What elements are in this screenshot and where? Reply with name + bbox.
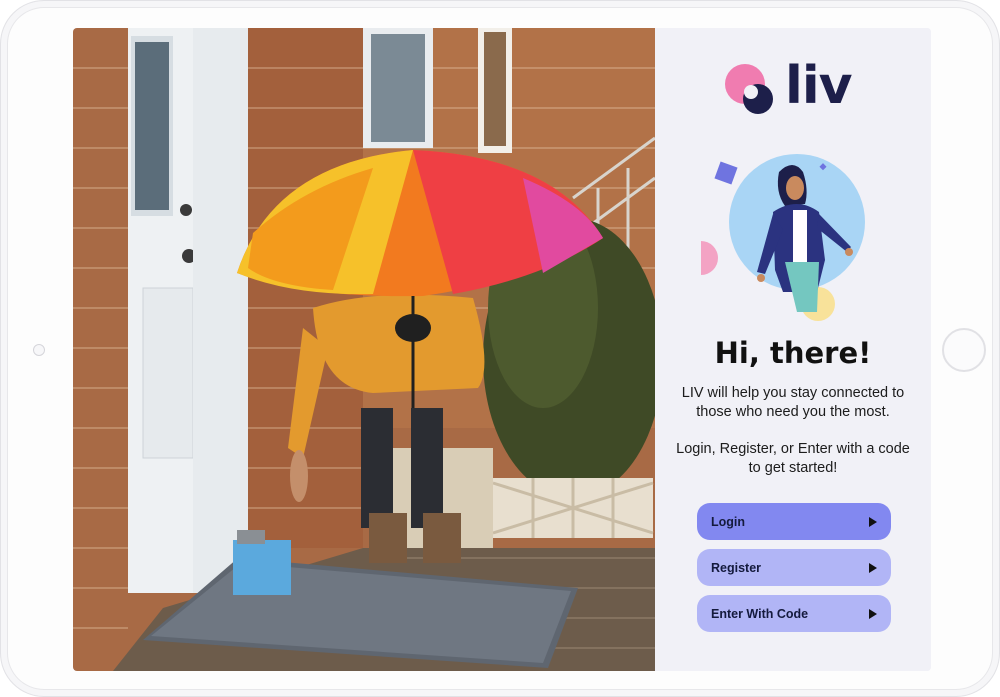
intro-text: LIV will help you stay connected to thos… bbox=[681, 385, 905, 420]
tablet-frame: liv Hi, there! LIV will help you stay co… bbox=[0, 0, 1000, 697]
register-button[interactable]: Register bbox=[697, 549, 891, 586]
play-arrow-icon bbox=[869, 608, 877, 619]
register-button-label: Register bbox=[711, 560, 762, 575]
camera-icon bbox=[33, 344, 45, 356]
home-button[interactable] bbox=[942, 328, 986, 372]
enter-with-code-button[interactable]: Enter With Code bbox=[697, 595, 891, 632]
logo-wordmark: liv bbox=[785, 56, 853, 116]
greeting-title: Hi, there! bbox=[714, 336, 872, 370]
play-arrow-icon bbox=[869, 562, 877, 573]
hero-photo bbox=[73, 28, 655, 671]
login-button-label: Login bbox=[711, 514, 746, 529]
play-arrow-icon bbox=[869, 516, 877, 527]
app-screen: liv Hi, there! LIV will help you stay co… bbox=[73, 28, 931, 671]
login-button[interactable]: Login bbox=[697, 503, 891, 540]
woman-illustration bbox=[684, 152, 881, 332]
welcome-panel: liv Hi, there! LIV will help you stay co… bbox=[655, 28, 931, 671]
instructions-text: Login, Register, or Enter with a code to… bbox=[676, 441, 910, 476]
liv-logo: liv bbox=[723, 56, 863, 118]
enter-with-code-button-label: Enter With Code bbox=[711, 606, 809, 621]
liv-logo-mark bbox=[725, 64, 773, 114]
